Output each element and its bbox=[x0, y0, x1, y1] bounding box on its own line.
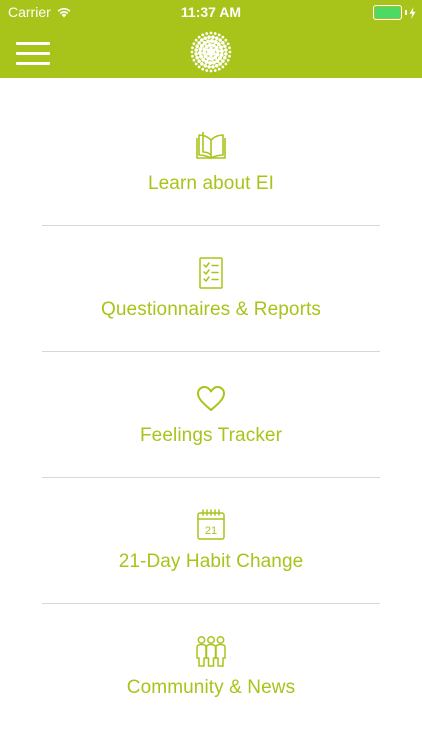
battery-level bbox=[375, 7, 400, 18]
main-menu: Learn about EI Questionnaires & Reports … bbox=[42, 100, 380, 729]
status-bar: Carrier 11:37 AM bbox=[0, 0, 422, 24]
menu-item-feelings-tracker[interactable]: Feelings Tracker bbox=[42, 352, 380, 477]
book-icon bbox=[196, 132, 226, 159]
menu-item-label: 21-Day Habit Change bbox=[118, 551, 304, 572]
heart-icon bbox=[197, 386, 225, 411]
menu-item-21-day-habit-change[interactable]: 21 21-Day Habit Change bbox=[42, 478, 380, 603]
app-header: Carrier 11:37 AM bbox=[0, 0, 422, 78]
calendar-icon: 21 bbox=[197, 509, 225, 540]
status-time: 11:37 AM bbox=[180, 4, 242, 20]
battery-tip bbox=[405, 10, 407, 15]
checklist-icon bbox=[199, 257, 223, 289]
menu-item-questionnaires-reports[interactable]: Questionnaires & Reports bbox=[42, 226, 380, 351]
charging-bolt-icon bbox=[409, 6, 416, 19]
battery-icon bbox=[373, 5, 402, 20]
hamburger-icon[interactable] bbox=[16, 40, 50, 68]
menu-item-label: Feelings Tracker bbox=[139, 425, 283, 446]
calendar-icon-text: 21 bbox=[205, 525, 217, 537]
community-icon bbox=[196, 636, 226, 667]
menu-item-label: Community & News bbox=[126, 677, 296, 698]
menu-item-learn-about-ei[interactable]: Learn about EI bbox=[42, 100, 380, 225]
sunburst-logo-icon[interactable] bbox=[189, 30, 233, 74]
menu-item-community-news[interactable]: Community & News bbox=[42, 604, 380, 729]
menu-item-label: Learn about EI bbox=[147, 173, 275, 194]
battery-indicator bbox=[373, 5, 416, 20]
menu-item-label: Questionnaires & Reports bbox=[101, 299, 321, 320]
